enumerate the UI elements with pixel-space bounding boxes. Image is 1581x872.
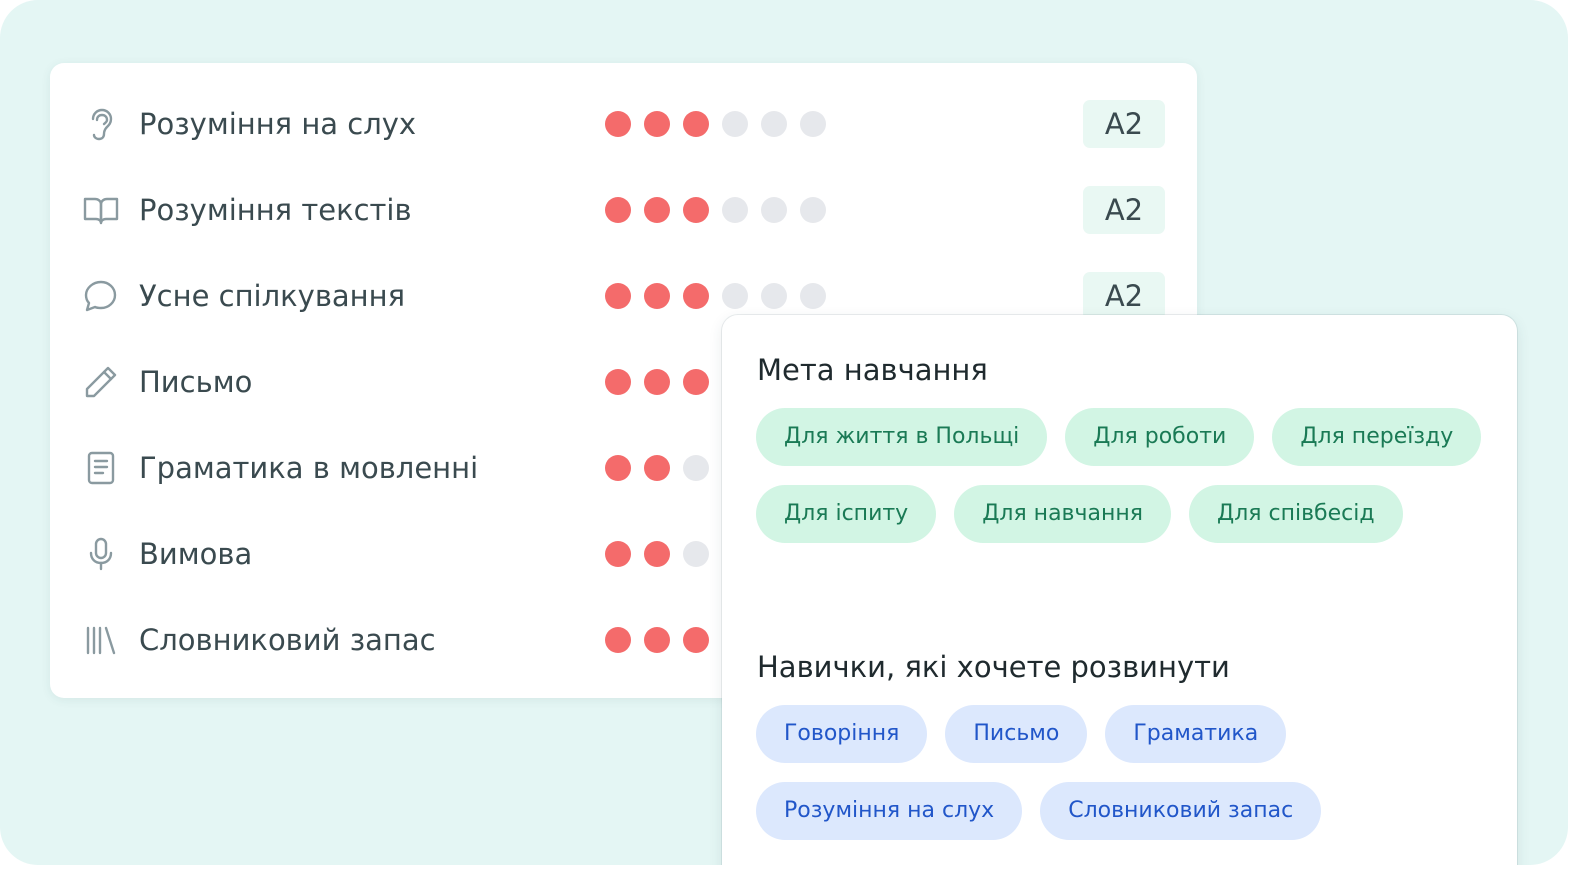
skill-chip-vocabulary[interactable]: Словниковий запас	[1040, 782, 1322, 840]
score-dot-filled	[644, 197, 670, 223]
score-dot-empty	[761, 283, 787, 309]
score-dot-empty	[722, 111, 748, 137]
skill-chip-listening[interactable]: Розуміння на слух	[756, 782, 1023, 840]
score-dot-filled	[605, 369, 631, 395]
score-dot-filled	[605, 541, 631, 567]
page-background: Розуміння на слух A2 Розуміння текстів A…	[0, 0, 1568, 865]
ear-icon	[82, 105, 120, 143]
pencil-icon	[82, 363, 120, 401]
goal-chip-exam[interactable]: Для іспиту	[756, 485, 937, 543]
skill-label: Вимова	[139, 537, 253, 571]
score-dot-filled	[644, 627, 670, 653]
score-dot-filled	[605, 627, 631, 653]
score-dot-empty	[683, 541, 709, 567]
skill-label: Словниковий запас	[139, 623, 436, 657]
library-icon	[82, 621, 120, 659]
open-book-icon	[82, 191, 120, 229]
score-dot-filled	[683, 283, 709, 309]
skill-chip-grammar[interactable]: Граматика	[1105, 705, 1287, 763]
score-dot-filled	[605, 283, 631, 309]
develop-chip-row: Говоріння Письмо Граматика	[756, 705, 1287, 763]
level-badge: A2	[1083, 272, 1165, 320]
score-dots	[605, 111, 826, 137]
goals-chip-row: Для життя в Польщі Для роботи Для переїз…	[756, 408, 1482, 466]
goal-chip-work[interactable]: Для роботи	[1065, 408, 1255, 466]
score-dots	[605, 283, 826, 309]
score-dot-empty	[800, 111, 826, 137]
goals-title: Мета навчання	[757, 353, 988, 387]
notebook-icon	[82, 449, 120, 487]
skill-row: Розуміння на слух A2	[50, 94, 1197, 154]
score-dot-filled	[683, 627, 709, 653]
score-dot-filled	[605, 111, 631, 137]
goal-chip-study[interactable]: Для навчання	[954, 485, 1171, 543]
goal-chip-interviews[interactable]: Для співбесід	[1189, 485, 1403, 543]
develop-title: Навички, які хочете розвинути	[757, 650, 1230, 684]
score-dot-empty	[761, 197, 787, 223]
score-dot-empty	[683, 455, 709, 481]
score-dot-filled	[644, 111, 670, 137]
score-dot-empty	[800, 283, 826, 309]
goal-chip-life-in-poland[interactable]: Для життя в Польщі	[756, 408, 1048, 466]
skill-row: Розуміння текстів A2	[50, 180, 1197, 240]
goal-chip-relocation[interactable]: Для переїзду	[1272, 408, 1482, 466]
skill-label: Розуміння текстів	[139, 193, 412, 227]
score-dot-filled	[683, 111, 709, 137]
score-dot-empty	[722, 283, 748, 309]
score-dot-empty	[722, 197, 748, 223]
score-dot-filled	[683, 369, 709, 395]
score-dot-filled	[644, 283, 670, 309]
score-dot-empty	[761, 111, 787, 137]
develop-chip-row: Розуміння на слух Словниковий запас	[756, 782, 1322, 840]
score-dot-filled	[644, 541, 670, 567]
score-dot-filled	[605, 197, 631, 223]
score-dot-filled	[605, 455, 631, 481]
goals-card: Мета навчання Для життя в Польщі Для роб…	[722, 315, 1517, 865]
speech-bubble-icon	[82, 277, 120, 315]
skill-chip-writing[interactable]: Письмо	[945, 705, 1088, 763]
skill-label: Усне спілкування	[139, 279, 406, 313]
level-badge: A2	[1083, 186, 1165, 234]
score-dot-filled	[683, 197, 709, 223]
skill-chip-speaking[interactable]: Говоріння	[756, 705, 928, 763]
score-dots	[605, 197, 826, 223]
score-dot-empty	[800, 197, 826, 223]
goals-chip-row: Для іспиту Для навчання Для співбесід	[756, 485, 1403, 543]
skill-label: Граматика в мовленні	[139, 451, 479, 485]
microphone-icon	[82, 535, 120, 573]
score-dot-filled	[644, 455, 670, 481]
skill-label: Розуміння на слух	[139, 107, 417, 141]
level-badge: A2	[1083, 100, 1165, 148]
skill-label: Письмо	[139, 365, 253, 399]
score-dot-filled	[644, 369, 670, 395]
